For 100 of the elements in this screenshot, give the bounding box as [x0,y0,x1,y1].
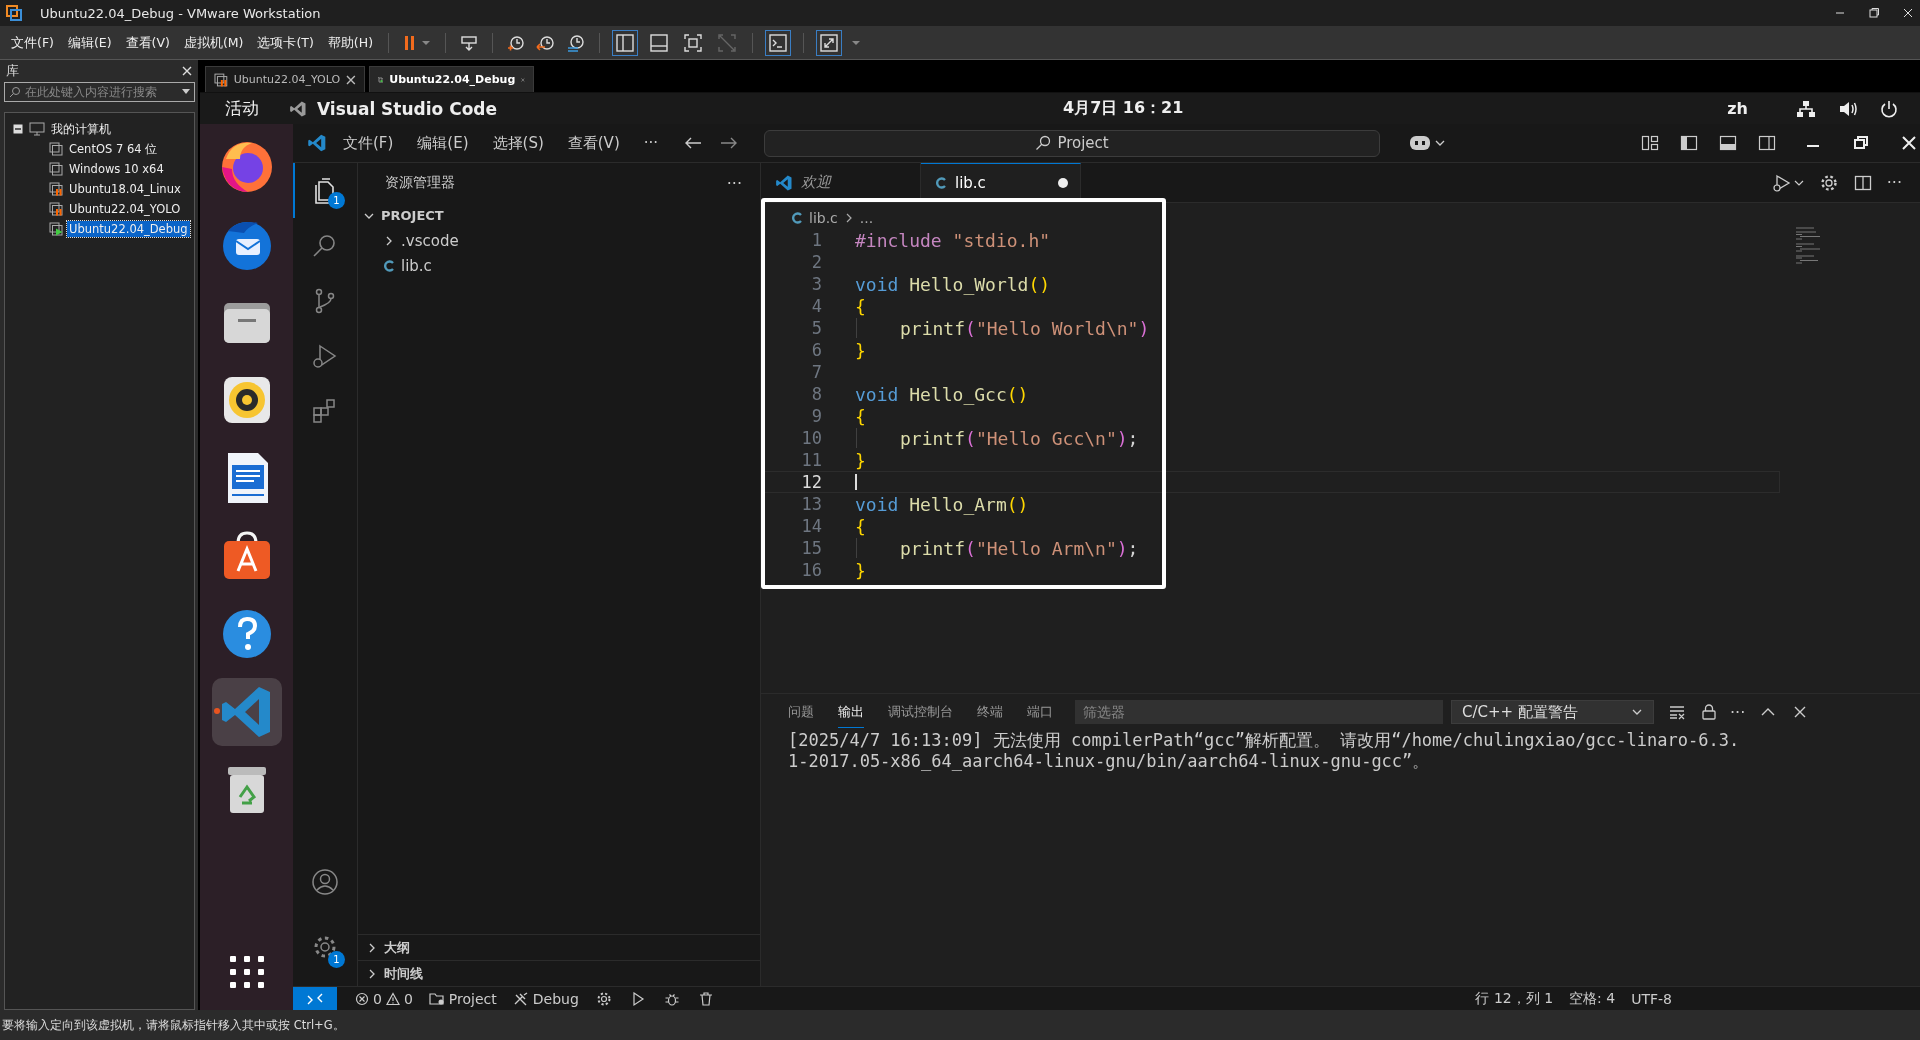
menu-item[interactable]: 帮助(H) [322,34,378,52]
status-item[interactable]: UTF-8 [1623,990,1680,1007]
line-number: 14 [800,516,822,536]
sidebar-title: 资源管理器 [385,174,455,192]
menu-item[interactable]: 虚拟机(M) [178,34,249,52]
code-editor-icon [289,99,307,118]
folder-icon [428,991,445,1006]
code-editor-icon[interactable] [211,678,282,746]
tree-item[interactable]: Ubuntu22.04_Debug [67,221,190,237]
power-icon[interactable] [1880,99,1898,118]
settings-icon[interactable] [595,990,612,1007]
section-title[interactable]: 大纲 [384,938,410,957]
line-number: 9 [810,406,822,426]
more-actions-button[interactable]: ··· [726,173,742,193]
more-actions-button[interactable]: ··· [1886,173,1902,192]
toggle-sidebar-icon[interactable] [1680,134,1698,152]
status-item[interactable]: 空格: 4 [1561,989,1624,1008]
restore-icon[interactable] [1852,134,1870,152]
tools-icon [512,991,529,1006]
menu-item[interactable]: 查看(V) [559,133,628,153]
clock[interactable]: 4月7日 16：21 [1063,98,1184,119]
code-line: #include "stdio.h" [855,229,1051,251]
toggle-secondary-sidebar-icon[interactable] [1758,134,1776,152]
c-file-icon [383,259,395,272]
sidebar-view-icon[interactable] [613,31,637,55]
section-title[interactable]: PROJECT [381,208,444,223]
code-line: void Hello_Gcc() [855,383,1029,405]
stretch-icon[interactable] [817,31,841,55]
lock-icon[interactable] [1700,703,1718,721]
filter-field[interactable]: 筛选器 [1075,700,1443,724]
unsaved-dot [1058,178,1068,188]
search-field[interactable]: 在此处键入内容进行搜索 [4,82,195,102]
vm-tab[interactable]: Ubuntu22.04_Debug [369,66,534,92]
app-name[interactable]: Visual Studio Code [317,98,498,119]
menu-item[interactable]: 文件(F) [6,34,59,52]
menu-item[interactable]: 编辑(E) [62,34,117,52]
remote-indicator-icon[interactable] [293,986,337,1011]
problem-count: 0 [373,990,382,1007]
trash-icon[interactable] [697,990,714,1007]
account-icon[interactable] [310,867,340,897]
more-actions-button[interactable]: ··· [1730,702,1746,722]
run-icon[interactable] [1770,172,1805,193]
full-screen-icon[interactable] [681,31,705,55]
menu-item[interactable]: 选项卡(T) [252,34,319,52]
status-label: Project [448,990,497,1007]
menu-item[interactable]: 编辑(E) [409,133,477,153]
panel-tab[interactable]: 输出 [838,696,864,728]
line-number: 4 [810,296,822,316]
tree-item[interactable]: Ubuntu18.04_Linux [67,181,183,197]
warning-icon [385,991,400,1006]
console-icon[interactable] [766,31,790,55]
close-icon[interactable] [182,66,192,76]
network-icon[interactable] [1796,99,1816,118]
settings-icon[interactable] [1818,172,1839,193]
panel-tab[interactable]: 调试控制台 [888,696,953,728]
toggle-panel-icon[interactable] [1719,134,1737,152]
close-icon[interactable] [1902,7,1914,19]
tree-item[interactable]: Windows 10 x64 [67,161,166,177]
menu-item[interactable]: 文件(F) [335,133,402,153]
output-channel-dropdown[interactable]: C/C++ 配置警告 [1451,700,1654,724]
vm-tab[interactable]: Ubuntu22.04_YOLO [205,66,365,92]
maximize-icon[interactable] [1868,7,1880,19]
snapshot-manager-icon[interactable] [566,33,586,53]
close-icon[interactable] [1900,134,1918,152]
breadcrumb-item[interactable]: lib.c [809,210,838,226]
panel-tab[interactable]: 端口 [1027,696,1053,728]
section-title[interactable]: 时间线 [384,964,423,983]
breadcrumb-item[interactable]: ... [859,210,874,226]
pause-icon[interactable] [402,33,432,53]
snapshot-icon[interactable] [506,33,526,53]
menu-item[interactable]: 选择(S) [484,133,552,153]
command-center[interactable]: Project [764,129,1381,157]
thumbnail-view-icon[interactable] [647,31,671,55]
revert-snapshot-icon[interactable] [536,33,556,53]
forward-arrow-icon[interactable] [720,136,739,150]
line-number: 15 [800,538,822,558]
input-method[interactable]: zh [1727,99,1748,118]
customize-layout-icon[interactable] [1641,134,1659,152]
menu-item[interactable]: ··· [635,134,667,152]
panel-tab[interactable]: 问题 [788,696,814,728]
close-icon[interactable] [346,74,356,85]
tab-label: Ubuntu22.04_Debug [389,73,516,86]
dropdown-caret-icon[interactable] [182,89,190,95]
collapse-icon[interactable] [13,124,23,134]
code-line: void Hello_Arm() [855,493,1029,515]
code-line: void Hello_World() [855,273,1051,295]
tree-item[interactable]: CentOS 7 64 位 [67,140,160,158]
tree-item[interactable]: 我的计算机 [51,121,111,137]
status-item[interactable]: 行 12，列 1 [1467,989,1562,1008]
send-keys-icon[interactable] [459,33,479,53]
back-arrow-icon[interactable] [684,136,703,150]
file-tree-item[interactable]: lib.c [401,256,432,275]
clear-output-icon[interactable] [1668,703,1686,721]
menu-item[interactable]: 查看(V) [120,34,175,52]
code-line: printf("Hello World\n") [900,317,1150,339]
volume-icon[interactable] [1838,99,1858,118]
panel-tab[interactable]: 终端 [977,696,1003,728]
tree-item[interactable]: Ubuntu22.04_YOLO [67,201,183,217]
file-tree-item[interactable]: .vscode [401,231,459,250]
activities-button[interactable]: 活动 [225,97,259,120]
